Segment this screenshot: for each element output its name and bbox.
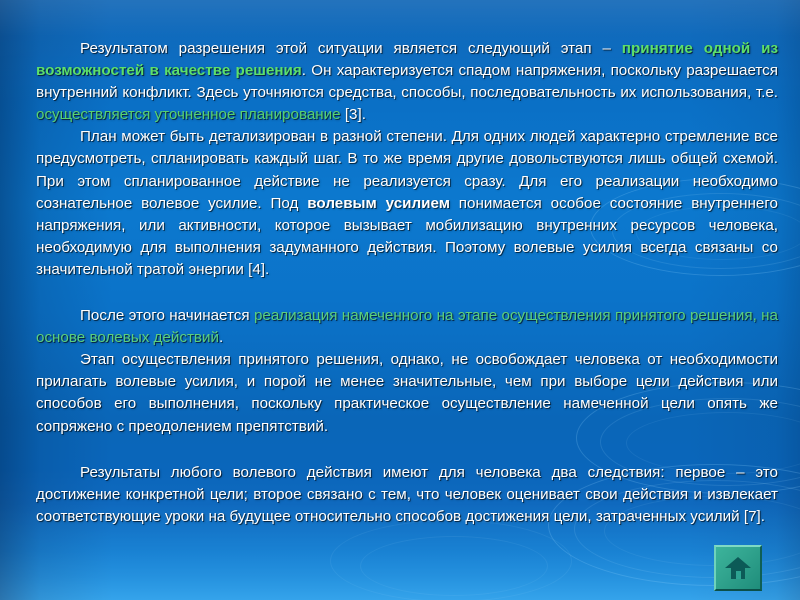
paragraph-5: Результаты любого волевого действия имею… [36, 462, 778, 528]
text-run: осуществляется уточненное планирование [36, 106, 341, 124]
home-button[interactable] [714, 545, 762, 591]
text-run: [3]. [340, 106, 366, 124]
presentation-slide: Результатом разрешения этой ситуации явл… [0, 0, 800, 600]
text-run: После этого начинается [80, 307, 254, 325]
paragraph-3: После этого начинается реализация намече… [36, 305, 778, 349]
paragraph-4: Этап осуществления принятого решения, од… [36, 349, 778, 437]
text-run: волевым усилием [307, 194, 450, 212]
text-run: . [218, 329, 224, 347]
text-run: Результаты любого волевого действия имею… [36, 463, 778, 525]
text-run: Этап осуществления принятого решения, од… [36, 351, 778, 435]
text-run: Результатом разрешения этой ситуации явл… [80, 40, 622, 57]
paragraph-1: Результатом разрешения этой ситуации явл… [36, 38, 778, 126]
paragraph-2: План может быть детализирован в разной с… [36, 126, 778, 281]
home-icon [724, 555, 752, 581]
slide-body-text: Результатом разрешения этой ситуации явл… [36, 38, 778, 528]
